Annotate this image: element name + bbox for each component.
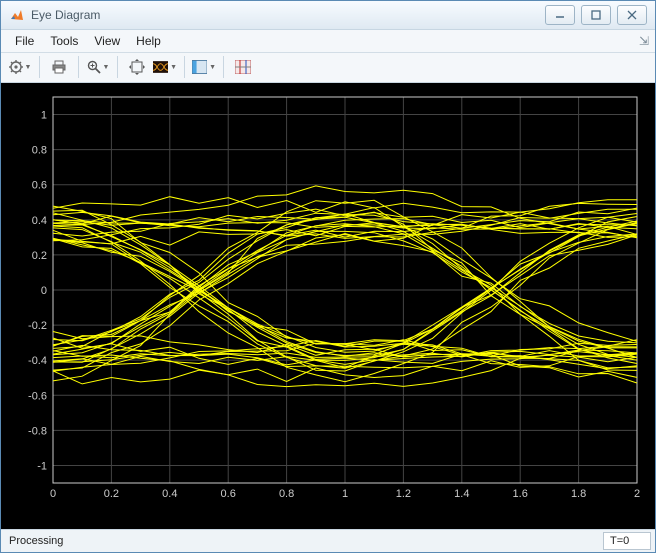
display-layout-button[interactable]: ▼	[191, 54, 217, 80]
svg-text:0.4: 0.4	[32, 215, 47, 227]
svg-text:1.6: 1.6	[513, 488, 528, 500]
svg-text:1.8: 1.8	[571, 488, 586, 500]
svg-text:-0.2: -0.2	[28, 320, 47, 332]
menu-view[interactable]: View	[86, 32, 128, 50]
minimize-button[interactable]	[545, 5, 575, 25]
svg-text:-0.8: -0.8	[28, 426, 47, 438]
svg-text:-0.4: -0.4	[28, 355, 47, 367]
toolbar-separator	[78, 56, 79, 78]
statusbar: Processing T=0	[1, 529, 655, 552]
toolbar-separator	[223, 56, 224, 78]
settings-button[interactable]: ▼	[7, 54, 33, 80]
svg-text:0: 0	[50, 488, 56, 500]
svg-text:0.8: 0.8	[279, 488, 294, 500]
menubar: File Tools View Help ⇲	[1, 30, 655, 53]
status-time: T=0	[603, 532, 651, 550]
close-button[interactable]	[617, 5, 647, 25]
svg-text:0.6: 0.6	[32, 180, 47, 192]
svg-text:Time: Time	[332, 508, 359, 522]
toolbar-separator	[117, 56, 118, 78]
chevron-down-icon: ▼	[25, 64, 32, 71]
svg-text:0.4: 0.4	[162, 488, 177, 500]
chevron-down-icon: ▼	[103, 64, 110, 71]
maximize-button[interactable]	[581, 5, 611, 25]
svg-text:-1: -1	[37, 461, 47, 473]
status-left: Processing	[1, 535, 599, 547]
svg-text:0.2: 0.2	[32, 250, 47, 262]
menu-help[interactable]: Help	[128, 32, 169, 50]
toolbar: ▼ ▼ ▼ ▼	[1, 53, 655, 84]
svg-text:0.8: 0.8	[32, 145, 47, 157]
window-controls	[545, 5, 647, 25]
toolbar-separator	[184, 56, 185, 78]
markers-button[interactable]	[230, 54, 256, 80]
menu-tools[interactable]: Tools	[42, 32, 86, 50]
svg-text:0: 0	[41, 285, 47, 297]
svg-text:0.2: 0.2	[104, 488, 119, 500]
svg-text:×10⁻³: ×10⁻³	[606, 508, 637, 522]
chevron-down-icon: ▼	[170, 64, 177, 71]
toolbar-separator	[39, 56, 40, 78]
titlebar: Eye Diagram	[1, 1, 655, 30]
svg-text:1.4: 1.4	[454, 488, 469, 500]
autoscale-button[interactable]	[124, 54, 150, 80]
menubar-corner-icon[interactable]: ⇲	[639, 34, 649, 48]
eye-diagram-plot[interactable]: 0 0.2 0.4 0.6 0.8 1 1.2 1.4 1.6 1.8 2 -1 -0.8 -0.6 -0…	[1, 83, 655, 529]
zoom-button[interactable]: ▼	[85, 54, 111, 80]
matlab-icon	[9, 7, 25, 23]
svg-text:2: 2	[634, 488, 640, 500]
window-title: Eye Diagram	[31, 8, 545, 22]
svg-text:Real Amplitude: Real Amplitude	[4, 250, 18, 331]
print-button[interactable]	[46, 54, 72, 80]
svg-text:0.6: 0.6	[221, 488, 236, 500]
svg-text:1: 1	[41, 110, 47, 122]
eye-style-button[interactable]: ▼	[152, 54, 178, 80]
menu-file[interactable]: File	[7, 32, 42, 50]
svg-text:1: 1	[342, 488, 348, 500]
eye-diagram-window: Eye Diagram File Tools View Help ⇲ ▼ ▼	[0, 0, 656, 553]
svg-text:-0.6: -0.6	[28, 390, 47, 402]
svg-text:1.2: 1.2	[396, 488, 411, 500]
chevron-down-icon: ▼	[209, 64, 216, 71]
